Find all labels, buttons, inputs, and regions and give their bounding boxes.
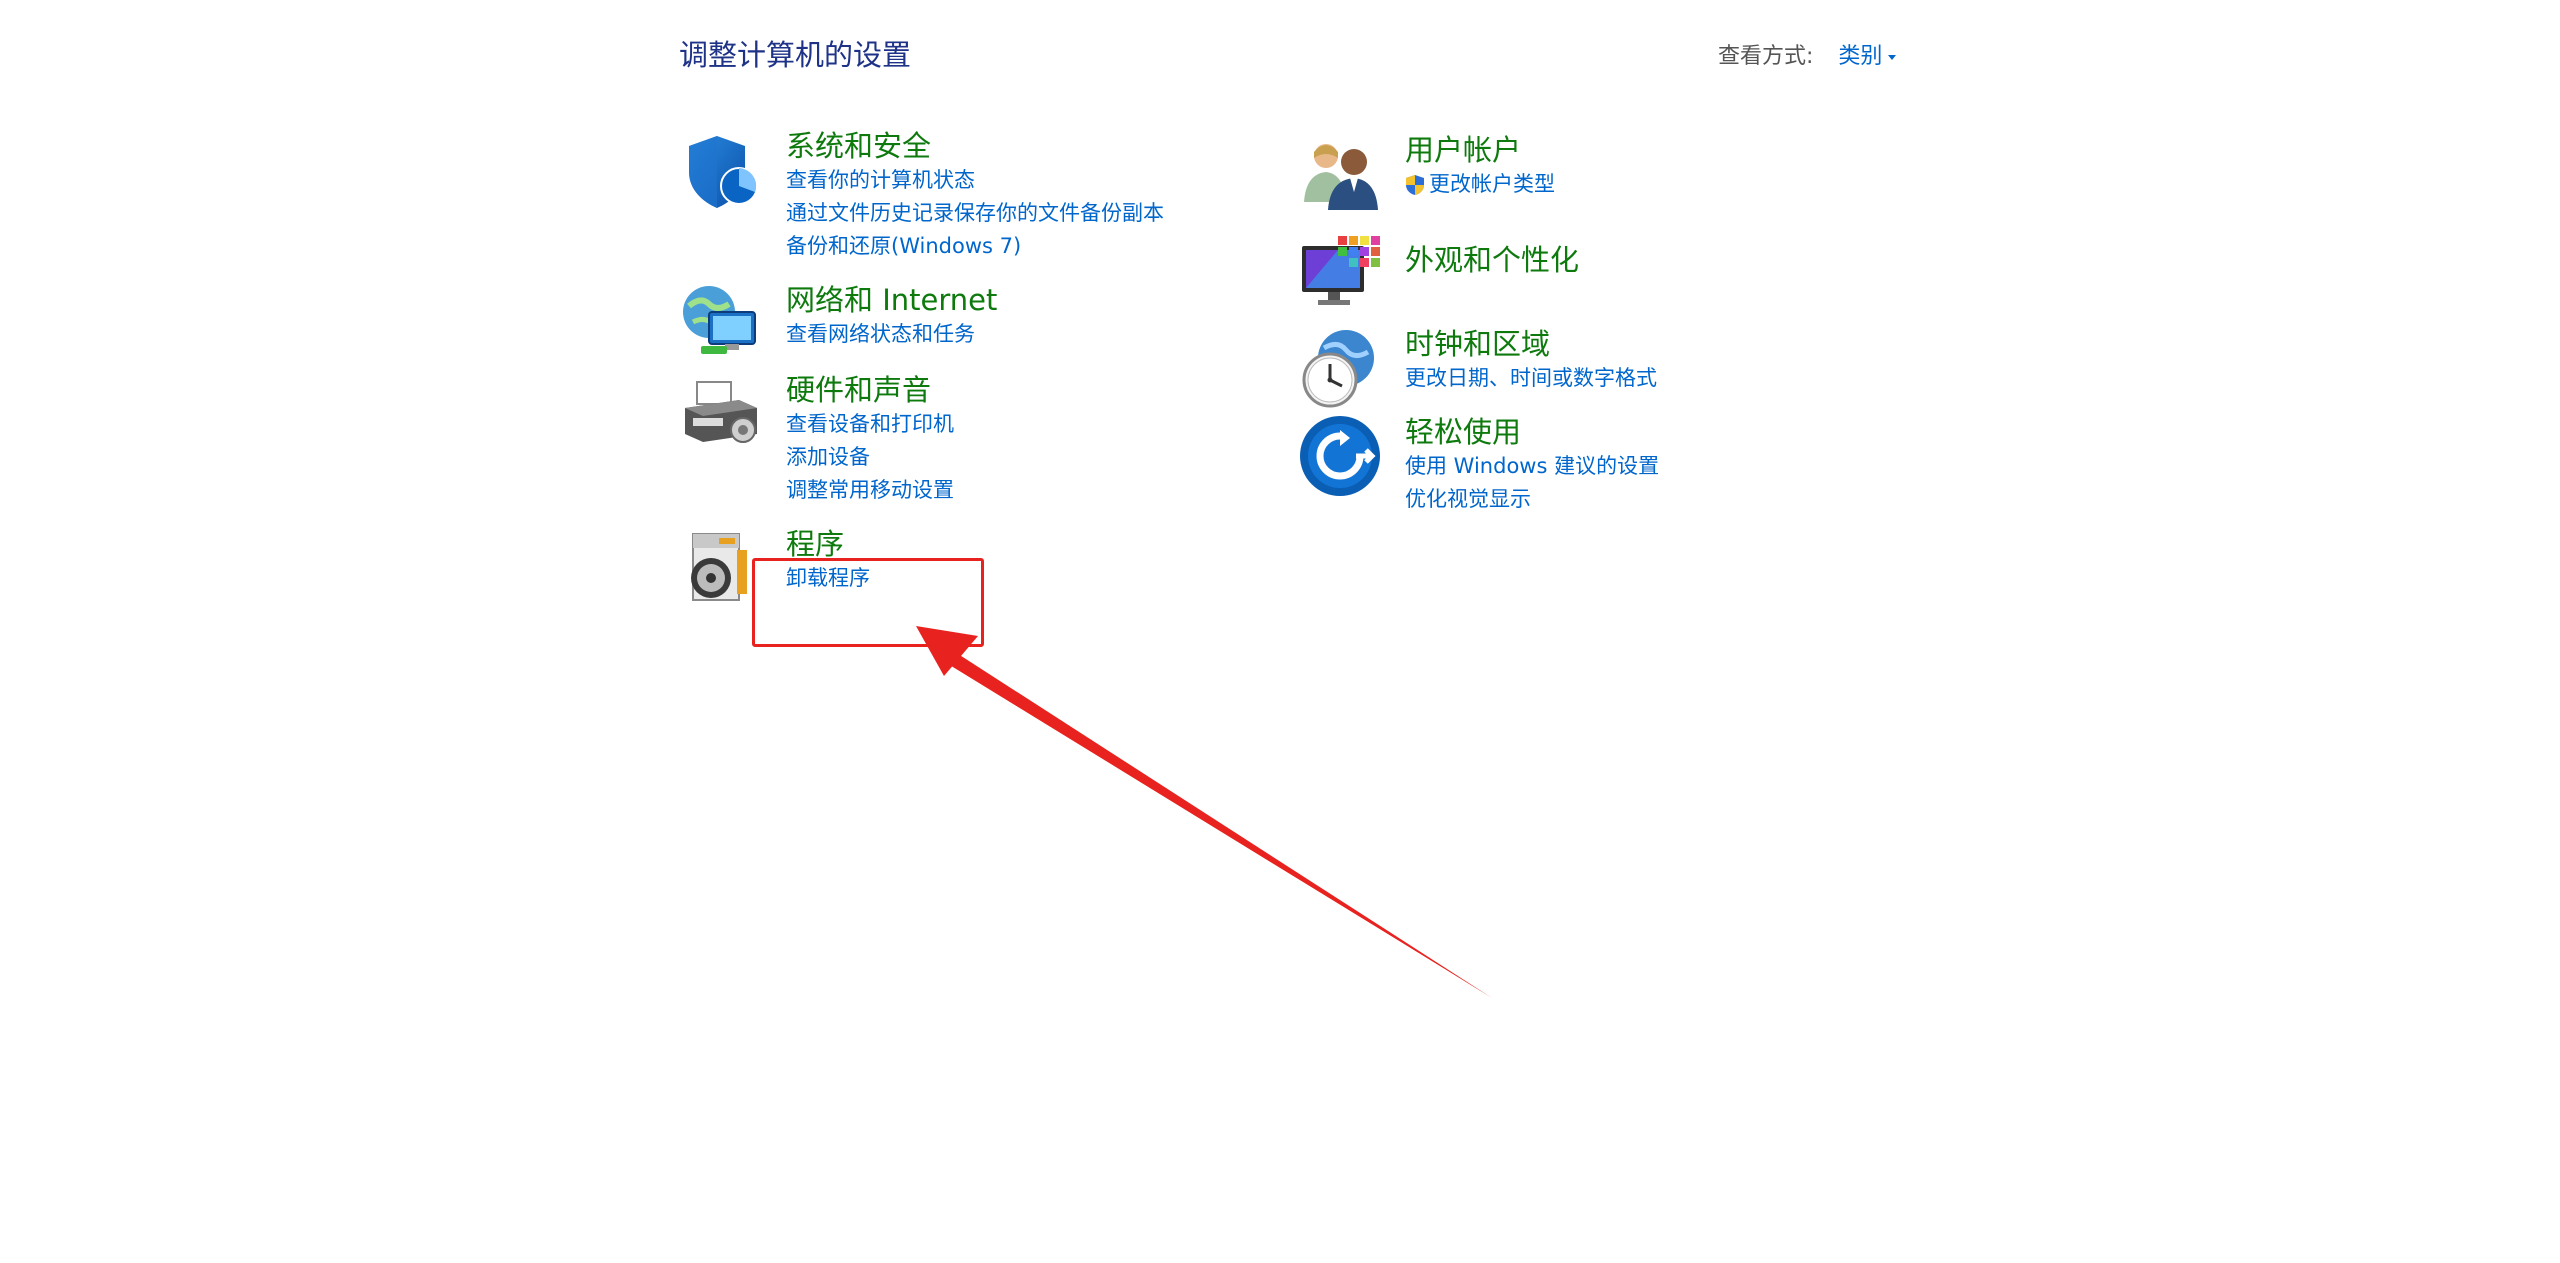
network-globe-icon[interactable] xyxy=(679,282,763,366)
view-by-value: 类别 xyxy=(1838,44,1883,69)
link-add-device[interactable]: 添加设备 xyxy=(786,441,954,474)
link-backup-restore[interactable]: 备份和还原(Windows 7) xyxy=(786,230,1164,263)
view-by-label: 查看方式: xyxy=(1718,44,1814,69)
category-title[interactable]: 时钟和区域 xyxy=(1405,326,1657,362)
link-mobility-settings[interactable]: 调整常用移动设置 xyxy=(786,474,954,507)
category-title[interactable]: 轻松使用 xyxy=(1405,414,1659,450)
link-change-account-type-label: 更改帐户类型 xyxy=(1429,172,1555,196)
programs-disc-icon[interactable] xyxy=(679,526,763,610)
link-devices-printers[interactable]: 查看设备和打印机 xyxy=(786,408,954,441)
category-title[interactable]: 网络和 Internet xyxy=(786,282,997,318)
category-title[interactable]: 外观和个性化 xyxy=(1405,242,1579,278)
link-network-status[interactable]: 查看网络状态和任务 xyxy=(786,318,997,351)
link-file-history[interactable]: 通过文件历史记录保存你的文件备份副本 xyxy=(786,197,1164,230)
annotation-arrow xyxy=(916,626,1492,998)
shield-icon[interactable] xyxy=(679,128,763,212)
printer-icon[interactable] xyxy=(679,372,763,456)
page-title: 调整计算机的设置 xyxy=(679,38,912,72)
control-panel-page: 调整计算机的设置 查看方式: 类别 系统和安全 查看你的计算机状态 通过文件历史… xyxy=(0,0,2560,1263)
category-title[interactable]: 程序 xyxy=(786,526,870,562)
clock-globe-icon[interactable] xyxy=(1298,326,1382,410)
users-icon[interactable] xyxy=(1298,132,1382,216)
view-by: 查看方式: 类别 xyxy=(1718,38,1897,70)
link-optimize-visual-display[interactable]: 优化视觉显示 xyxy=(1405,483,1659,516)
chevron-down-icon xyxy=(1888,54,1897,60)
monitor-palette-icon[interactable] xyxy=(1298,232,1382,316)
uac-shield-icon xyxy=(1406,174,1424,195)
link-change-account-type[interactable]: 更改帐户类型 xyxy=(1405,168,1555,201)
view-by-dropdown[interactable]: 类别 xyxy=(1838,44,1897,69)
annotation-highlight-box xyxy=(752,558,984,647)
link-change-date-time-format[interactable]: 更改日期、时间或数字格式 xyxy=(1405,362,1657,395)
ease-of-access-icon[interactable] xyxy=(1298,414,1382,498)
link-view-computer-status[interactable]: 查看你的计算机状态 xyxy=(786,164,1164,197)
link-windows-recommended-settings[interactable]: 使用 Windows 建议的设置 xyxy=(1405,450,1659,483)
category-title[interactable]: 硬件和声音 xyxy=(786,372,954,408)
category-title[interactable]: 用户帐户 xyxy=(1405,132,1555,168)
category-title[interactable]: 系统和安全 xyxy=(786,128,1164,164)
